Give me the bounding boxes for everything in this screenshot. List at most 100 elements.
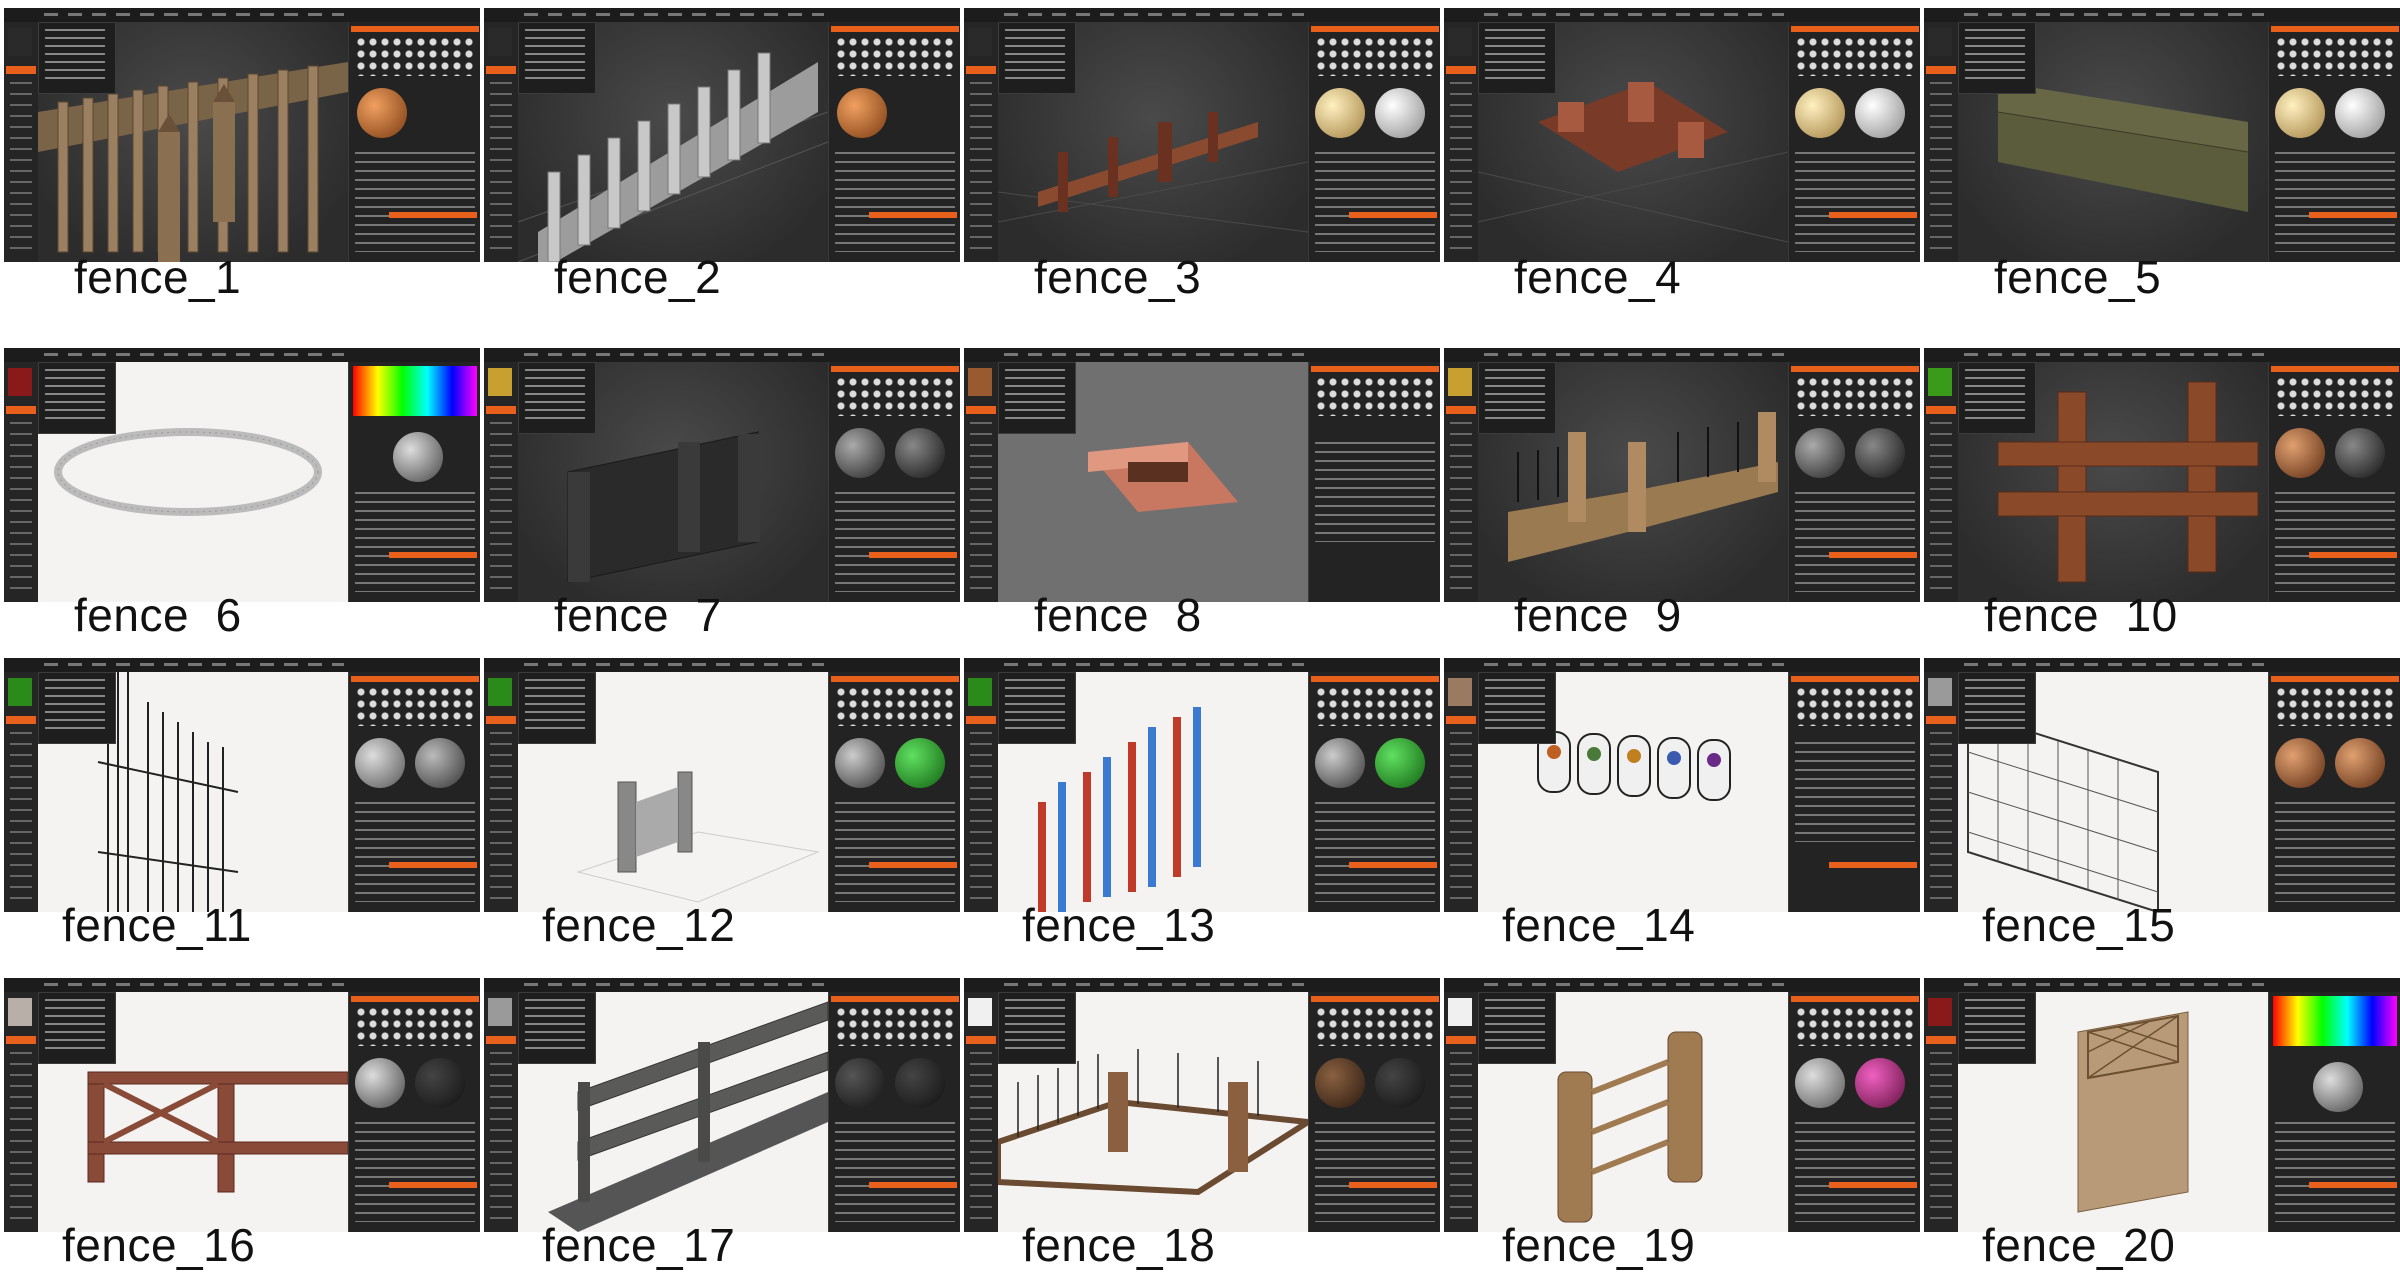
thumbnail-label: fence 10 (1984, 589, 2178, 641)
context-menu (1958, 22, 2036, 94)
context-menu (1478, 672, 1556, 744)
thumbnail-label: fence_11 (62, 899, 252, 951)
materials-panel (2268, 362, 2400, 602)
thumbnail-label: fence 9 (1514, 589, 1682, 641)
materials-panel (828, 22, 960, 262)
tool-sidebar (964, 672, 999, 912)
context-menu (518, 992, 596, 1064)
app-toolbar (484, 658, 960, 673)
app-toolbar (4, 978, 480, 993)
thumbnail-fence-5[interactable] (1924, 8, 2400, 262)
thumbnail-fence-6[interactable] (4, 348, 480, 602)
materials-panel (1788, 22, 1920, 262)
tool-sidebar (964, 992, 999, 1232)
tool-sidebar (964, 362, 999, 602)
materials-panel (828, 992, 960, 1232)
context-menu (1958, 672, 2036, 744)
materials-panel (828, 672, 960, 912)
thumbnail-fence-13[interactable] (964, 658, 1440, 912)
thumbnail-fence-3[interactable] (964, 8, 1440, 262)
tool-sidebar (1924, 992, 1959, 1232)
app-toolbar (1924, 8, 2400, 23)
materials-panel (348, 992, 480, 1232)
color-picker-panel (348, 362, 480, 602)
context-menu (38, 672, 116, 744)
thumbnail-label: fence_3 (1034, 251, 1202, 303)
thumbnail-label: fence_20 (1982, 1219, 2176, 1271)
thumbnail-label: fence_18 (1022, 1219, 1216, 1271)
tool-sidebar (4, 22, 39, 262)
context-menu (998, 672, 1076, 744)
tool-sidebar (484, 672, 519, 912)
thumbnail-fence-9[interactable] (1444, 348, 1920, 602)
materials-panel (1308, 362, 1440, 602)
thumbnail-fence-2[interactable] (484, 8, 960, 262)
thumbnail-fence-7[interactable] (484, 348, 960, 602)
app-toolbar (964, 8, 1440, 23)
thumbnail-fence-1[interactable] (4, 8, 480, 262)
thumbnail-label: fence_14 (1502, 899, 1696, 951)
context-menu (998, 22, 1076, 94)
app-toolbar (484, 348, 960, 363)
thumbnail-fence-20[interactable] (1924, 978, 2400, 1232)
tool-sidebar (484, 992, 519, 1232)
materials-panel (348, 22, 480, 262)
color-picker-panel (2268, 992, 2400, 1232)
thumbnail-label: fence_13 (1022, 899, 1216, 951)
tool-sidebar (1924, 22, 1959, 262)
app-toolbar (1924, 978, 2400, 993)
app-toolbar (1444, 658, 1920, 673)
app-toolbar (1444, 8, 1920, 23)
thumbnail-label: fence 6 (74, 589, 242, 641)
thumbnail-fence-11[interactable] (4, 658, 480, 912)
thumbnail-fence-19[interactable] (1444, 978, 1920, 1232)
tool-sidebar (1444, 672, 1479, 912)
context-menu (1478, 992, 1556, 1064)
context-menu (1958, 362, 2036, 434)
context-menu (1478, 22, 1556, 94)
context-menu (1478, 362, 1556, 434)
thumbnail-label: fence_5 (1994, 251, 2162, 303)
context-menu (998, 362, 1076, 434)
thumbnail-fence-8[interactable] (964, 348, 1440, 602)
tool-sidebar (1444, 992, 1479, 1232)
materials-panel (1308, 672, 1440, 912)
app-toolbar (1924, 658, 2400, 673)
materials-panel (1788, 992, 1920, 1232)
app-toolbar (964, 348, 1440, 363)
tool-sidebar (1924, 362, 1959, 602)
thumbnail-fence-12[interactable] (484, 658, 960, 912)
tool-sidebar (1444, 362, 1479, 602)
thumbnail-label: fence_1 (74, 251, 242, 303)
thumbnail-label: fence_17 (542, 1219, 736, 1271)
thumbnail-fence-15[interactable] (1924, 658, 2400, 912)
thumbnail-label: fence 8 (1034, 589, 1202, 641)
thumbnail-fence-16[interactable] (4, 978, 480, 1232)
tool-sidebar (4, 362, 39, 602)
thumbnail-fence-10[interactable] (1924, 348, 2400, 602)
context-menu (518, 672, 596, 744)
thumbnail-fence-4[interactable] (1444, 8, 1920, 262)
app-toolbar (1924, 348, 2400, 363)
context-menu (1958, 992, 2036, 1064)
tool-sidebar (484, 362, 519, 602)
thumbnail-fence-18[interactable] (964, 978, 1440, 1232)
materials-panel (1308, 992, 1440, 1232)
context-menu (38, 992, 116, 1064)
app-toolbar (484, 8, 960, 23)
app-toolbar (964, 978, 1440, 993)
tool-sidebar (4, 672, 39, 912)
thumbnail-fence-14[interactable] (1444, 658, 1920, 912)
context-menu (38, 22, 116, 94)
thumbnail-label: fence_4 (1514, 251, 1682, 303)
tool-sidebar (484, 22, 519, 262)
materials-panel (1788, 362, 1920, 602)
app-toolbar (1444, 348, 1920, 363)
materials-panel (2268, 22, 2400, 262)
thumbnail-fence-17[interactable] (484, 978, 960, 1232)
tool-sidebar (964, 22, 999, 262)
materials-panel (2268, 672, 2400, 912)
materials-panel (1788, 672, 1920, 912)
context-menu (518, 362, 596, 434)
app-toolbar (4, 8, 480, 23)
